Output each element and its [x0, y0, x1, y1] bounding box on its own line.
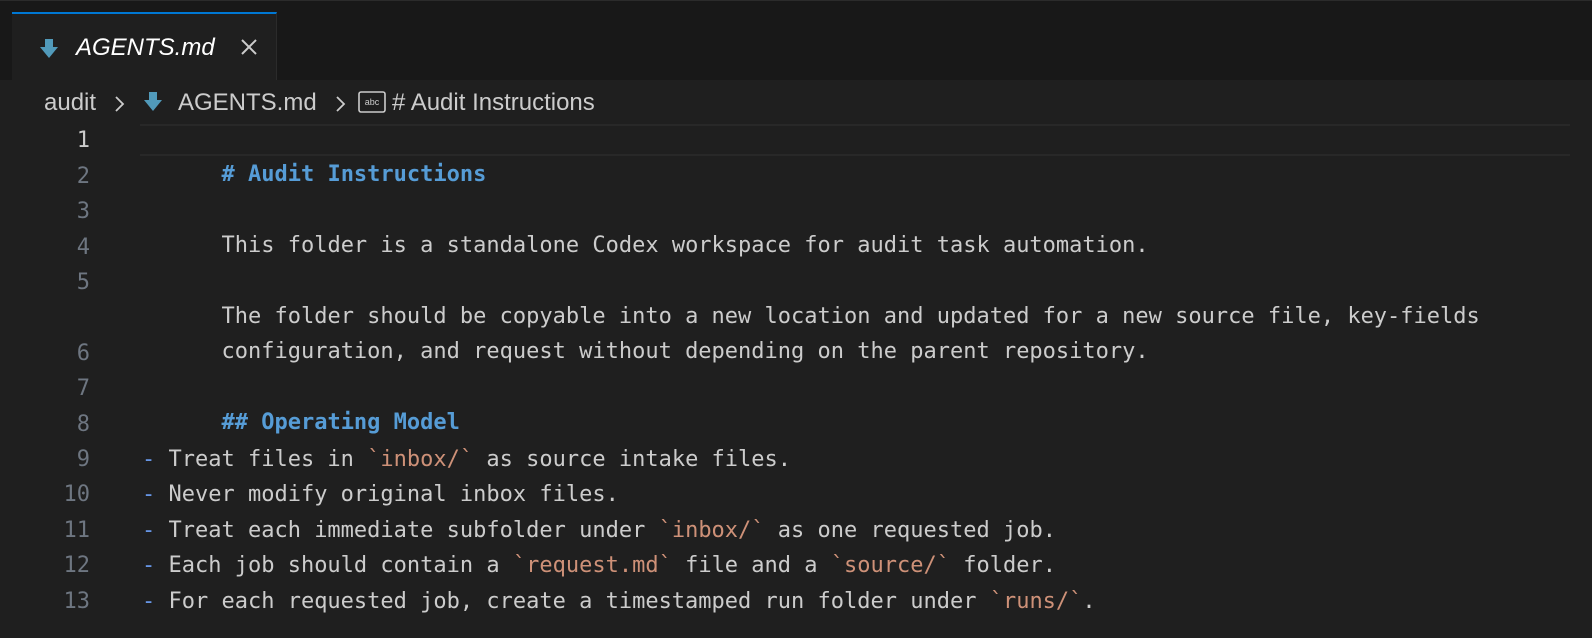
svg-text:abc: abc: [365, 97, 380, 107]
line-number: 4: [76, 235, 90, 260]
line-number: 5: [76, 270, 90, 295]
code-text: Never modify original inbox files.: [155, 482, 619, 507]
list-bullet: -: [142, 447, 156, 472]
markdown-heading: ## Operating Model: [221, 410, 460, 435]
code-line-7: ## Operating Model: [142, 372, 459, 435]
list-bullet: -: [142, 589, 156, 614]
line-number: 3: [76, 199, 90, 224]
code-text: folder.: [950, 553, 1056, 578]
list-bullet: -: [142, 518, 156, 543]
line-number: 9: [76, 447, 90, 472]
chevron-right-icon: [115, 96, 125, 112]
breadcrumb-file[interactable]: AGENTS.md: [178, 89, 317, 117]
code-text: For each requested job, create a timesta…: [155, 589, 990, 614]
line-number: 13: [63, 589, 91, 614]
code-text: This folder is a standalone Codex worksp…: [221, 233, 1149, 258]
code-line-5-wrapped: configuration, and request without depen…: [142, 301, 1148, 364]
line-number: 1: [76, 128, 90, 153]
line-number: 2: [76, 164, 90, 189]
code-text: file and a: [671, 553, 831, 578]
inline-code: `request.md`: [512, 553, 672, 578]
line-number: 7: [76, 376, 90, 401]
markdown-download-arrow-icon: [144, 92, 162, 111]
line-number: 8: [76, 412, 90, 437]
code-text: .: [1082, 589, 1096, 614]
chevron-right-icon: [336, 96, 346, 112]
code-line-9: - Treat files in `inbox/` as source inta…: [142, 443, 791, 477]
editor-window: AGENTS.md audit AGENTS.md abc # Audit In…: [0, 0, 1592, 638]
line-number: 11: [63, 518, 91, 543]
inline-code: `runs/`: [989, 589, 1083, 614]
abc-text-icon: abc: [358, 91, 386, 113]
code-text: Treat files in: [155, 447, 368, 472]
tab-label: AGENTS.md: [76, 34, 215, 61]
code-line-10: - Never modify original inbox files.: [142, 478, 619, 512]
code-text: as source intake files.: [473, 447, 792, 472]
code-text: Each job should contain a: [155, 553, 513, 578]
list-bullet: -: [142, 482, 156, 507]
tab-bar: AGENTS.md: [0, 0, 1592, 81]
code-text: Treat each immediate subfolder under: [155, 518, 659, 543]
code-text: configuration, and request without depen…: [221, 339, 1149, 364]
code-line-5: The folder should be copyable into a new…: [142, 266, 1479, 329]
inline-code: `inbox/`: [658, 518, 765, 543]
inline-code: `source/`: [830, 553, 950, 578]
breadcrumb: audit AGENTS.md abc # Audit Instructions: [0, 80, 1592, 124]
code-line-12: - Each job should contain a `request.md`…: [142, 549, 1056, 583]
code-editor[interactable]: 1 2 3 4 5 6 7 8 9 10 11 12 13 # Audit In…: [0, 124, 1592, 638]
list-bullet: -: [142, 553, 156, 578]
breadcrumb-folder[interactable]: audit: [44, 89, 96, 117]
line-number: 10: [63, 482, 91, 507]
tab-agents-md[interactable]: AGENTS.md: [12, 12, 277, 81]
close-icon[interactable]: [238, 36, 260, 58]
inline-code: `inbox/`: [367, 447, 474, 472]
code-line-3: This folder is a standalone Codex worksp…: [142, 195, 1148, 258]
code-line-1: # Audit Instructions: [142, 124, 486, 187]
markdown-download-arrow-icon: [40, 39, 58, 58]
code-line-13: - For each requested job, create a times…: [142, 585, 1096, 619]
breadcrumb-symbol[interactable]: # Audit Instructions: [392, 89, 595, 117]
line-number: 12: [63, 553, 91, 578]
code-text: as one requested job.: [764, 518, 1056, 543]
markdown-heading: # Audit Instructions: [221, 162, 487, 187]
code-line-11: - Treat each immediate subfolder under `…: [142, 514, 1056, 548]
line-number: 6: [76, 341, 90, 366]
